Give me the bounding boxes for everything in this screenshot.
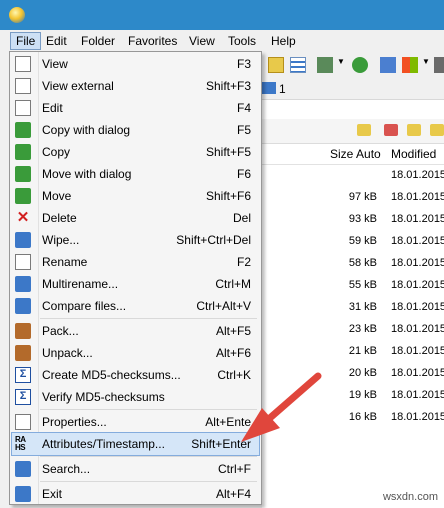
annotation-arrow	[241, 372, 322, 442]
watermark: wsxdn.com	[382, 491, 438, 503]
